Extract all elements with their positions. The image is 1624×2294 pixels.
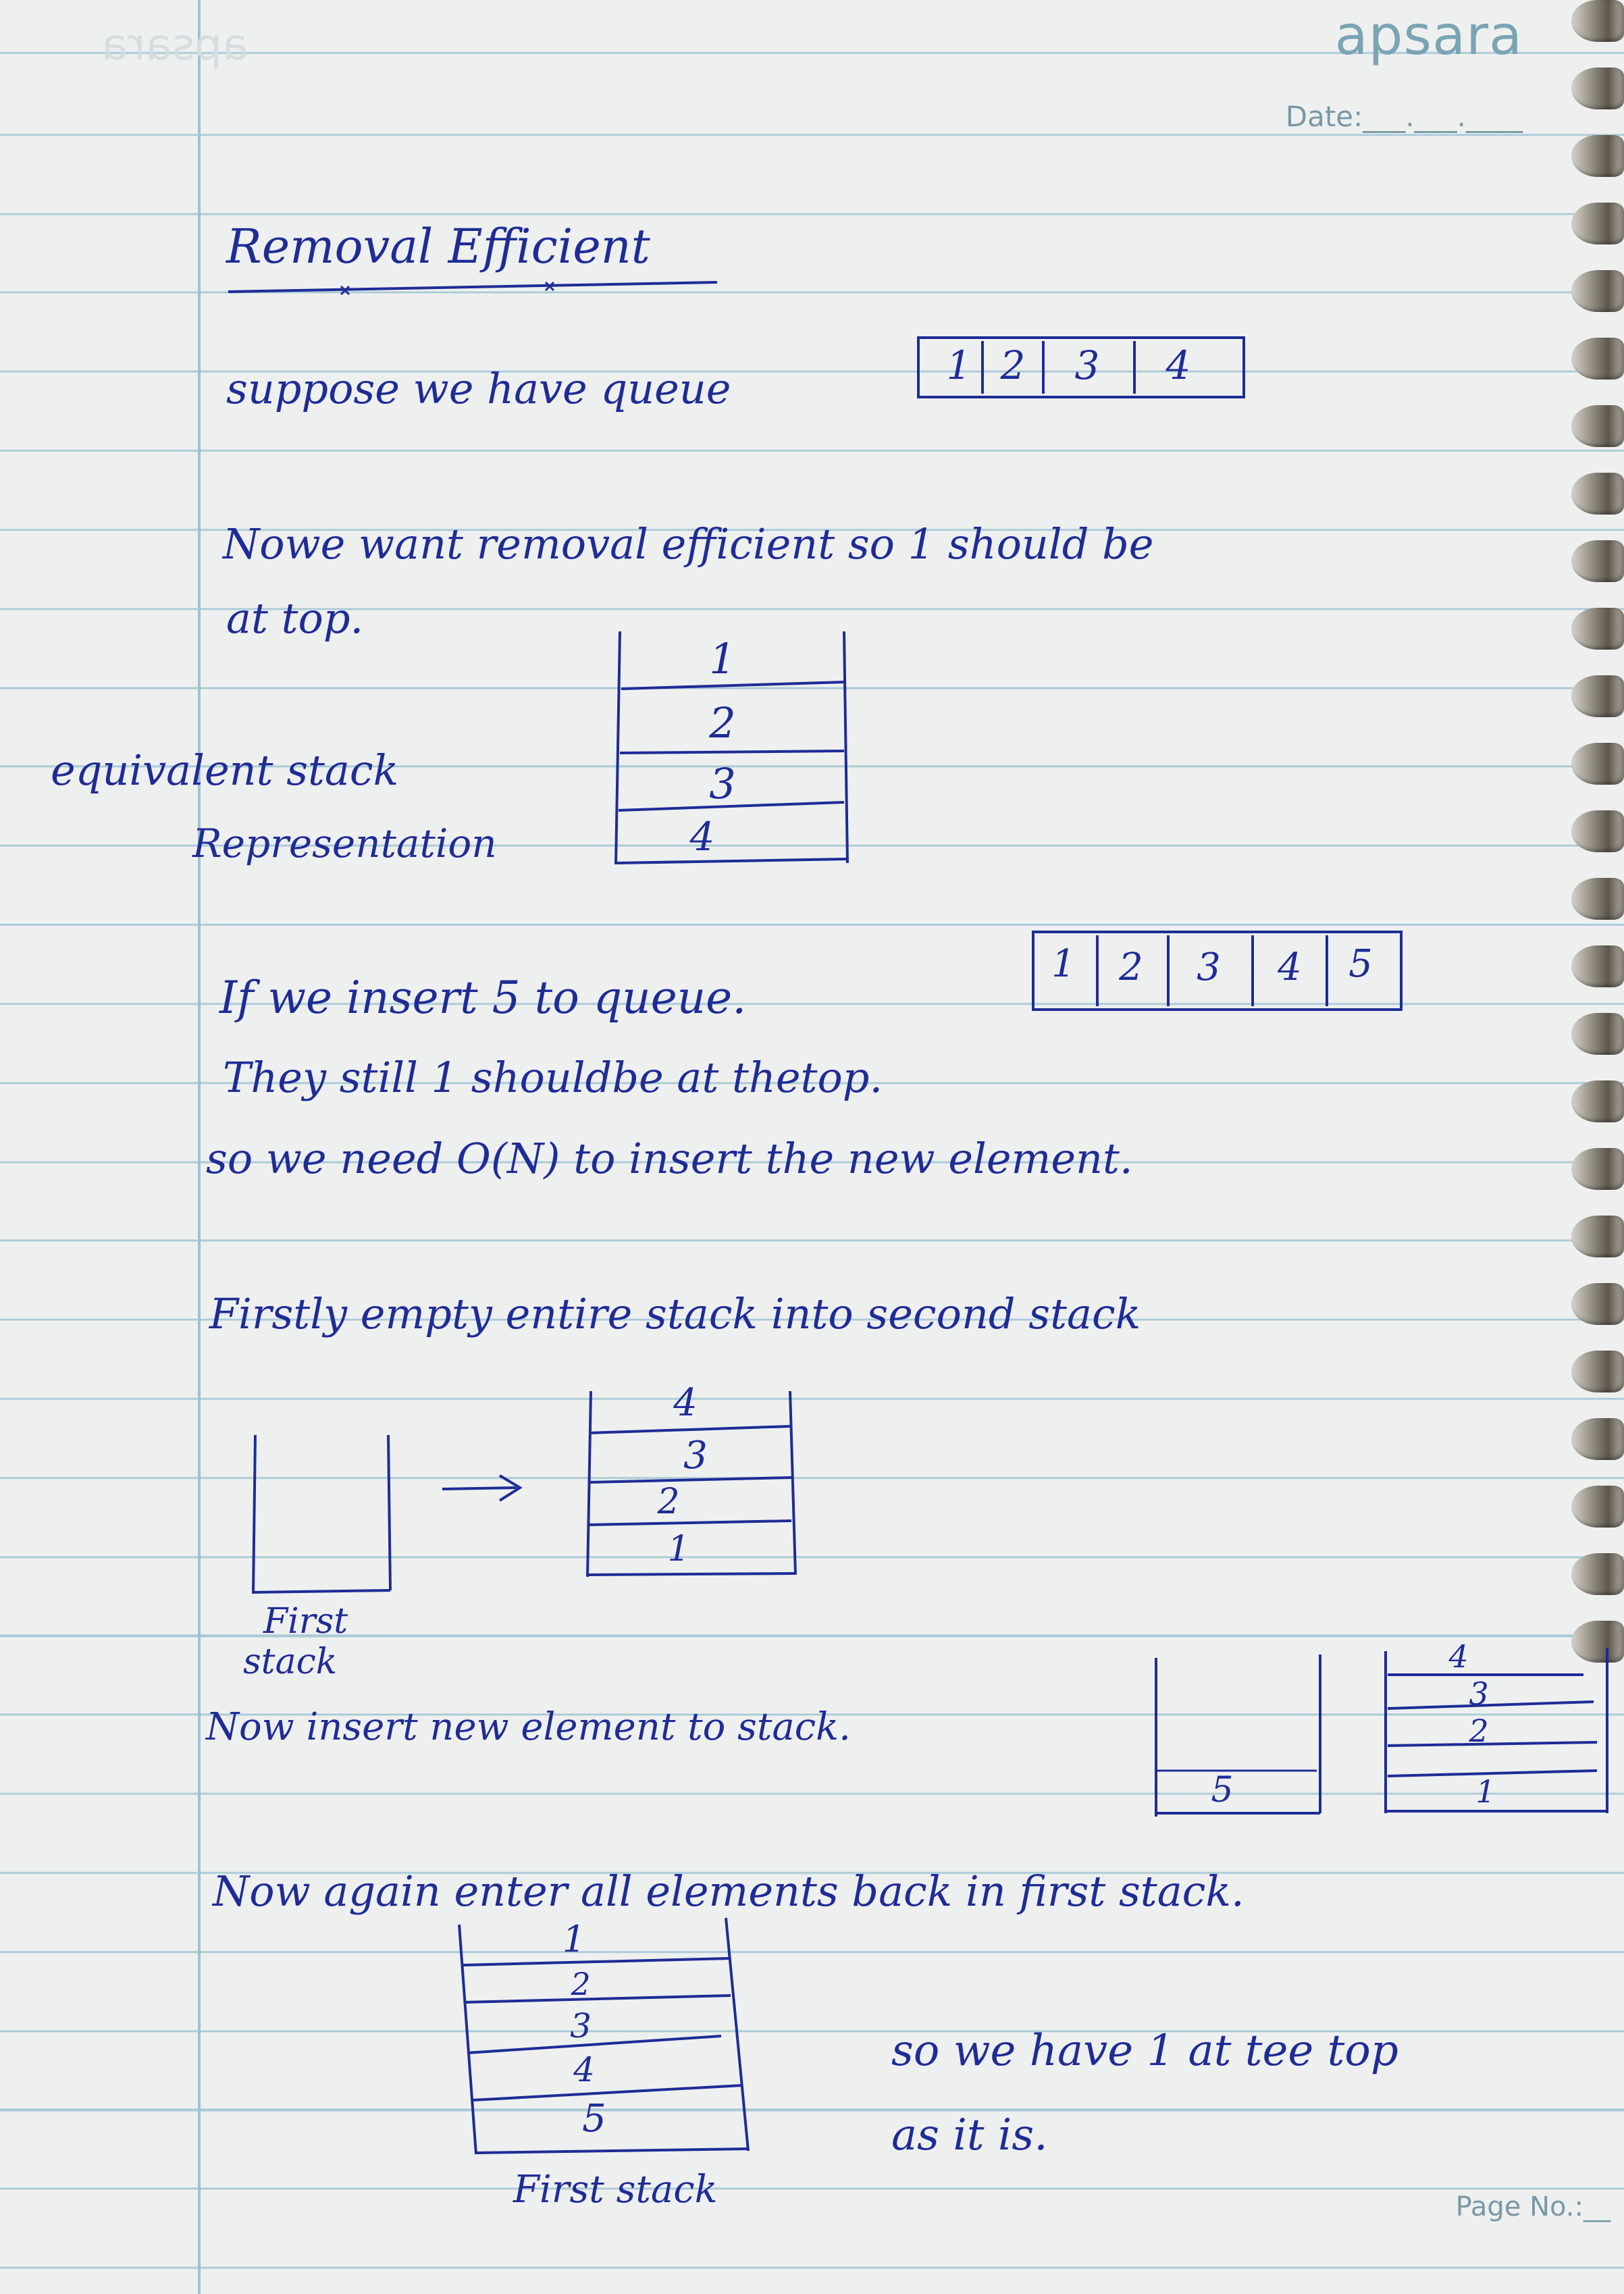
final-stack-cell: 5 — [582, 2097, 606, 2141]
final-stack-cell: 1 — [562, 1918, 586, 1960]
final-stack-cell: 3 — [570, 2006, 592, 2045]
final-stack-label: First stack — [513, 2168, 718, 2212]
final-stack-diagram — [458, 1917, 750, 2155]
notebook-page: apsara apsara Date:___.___.____ Removal … — [0, 0, 1624, 2294]
note-line-10: so we have 1 at tee top — [891, 2026, 1398, 2076]
page-number-field: Page No.:__ — [1455, 2191, 1610, 2222]
final-stack-cell: 2 — [571, 1966, 591, 2002]
final-stack-cell: 4 — [573, 2050, 595, 2089]
note-line-11: as it is. — [891, 2110, 1048, 2160]
